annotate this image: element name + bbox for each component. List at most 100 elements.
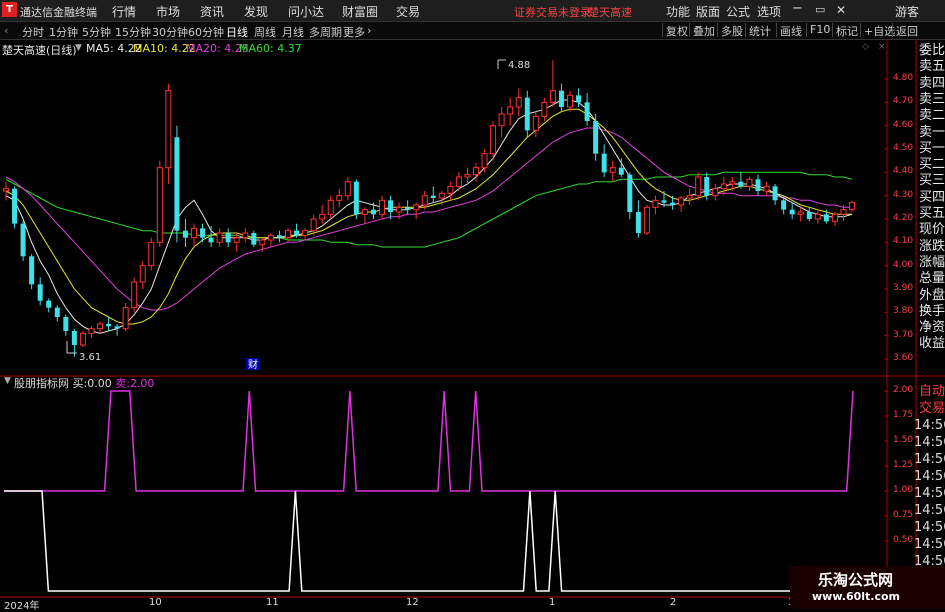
candle-body — [643, 206, 650, 234]
settings-chevron-icon[interactable]: ▼ — [75, 43, 82, 53]
candle — [63, 314, 69, 336]
candle — [251, 230, 257, 247]
stock-title: 楚天高速(日线) — [2, 44, 77, 57]
candle-body — [122, 307, 129, 330]
candle-body — [259, 239, 266, 246]
menu-trade[interactable]: 交易 — [396, 3, 420, 20]
candle — [635, 200, 641, 238]
candle-body — [567, 94, 573, 108]
candle-body — [593, 121, 599, 154]
candle — [174, 125, 180, 243]
indicator-tick-label: 1.75 — [893, 410, 914, 420]
xaxis-label-oct: 10 — [149, 597, 162, 608]
candle-body — [3, 188, 9, 192]
btn-back[interactable]: 返回 — [892, 23, 918, 38]
period-tab-1min[interactable]: 1分钟 — [49, 24, 78, 40]
btn-multi-stock[interactable]: 多股 — [717, 23, 743, 38]
period-tab-monthly[interactable]: 月线 — [282, 24, 304, 40]
candle-body — [156, 167, 163, 243]
candle-body — [310, 218, 317, 232]
candle-body — [447, 185, 454, 194]
btn-mark[interactable]: 标记 — [832, 23, 858, 38]
minimize-icon[interactable]: − — [792, 1, 803, 16]
candle — [97, 321, 103, 334]
candle — [686, 188, 693, 205]
candle-body — [191, 227, 197, 239]
login-notice[interactable]: 证券交易未登录 — [514, 4, 591, 20]
period-tab-30min[interactable]: 30分钟 — [152, 24, 188, 40]
candle-body — [806, 212, 812, 219]
menu-quotes[interactable]: 行情 — [112, 3, 136, 20]
side-label: 卖一 — [919, 124, 945, 140]
candle-body — [627, 174, 633, 212]
period-tab-intraday[interactable]: 分时 — [22, 24, 44, 40]
period-back-icon[interactable]: ‹ — [4, 24, 8, 37]
candle-body — [54, 307, 60, 317]
period-tab-multi[interactable]: 多周期 — [309, 24, 342, 40]
period-tab-more[interactable]: 更多 — [343, 24, 365, 40]
close-icon[interactable]: ✕ — [836, 3, 846, 17]
maximize-icon[interactable]: ▭ — [815, 3, 825, 16]
notice-stock[interactable]: 楚天高速 — [588, 4, 632, 20]
candle-body — [473, 167, 479, 176]
candle — [464, 167, 471, 184]
candle-body — [576, 95, 582, 103]
indicator-series-line — [4, 490, 853, 592]
btn-restore-rights[interactable]: 复权 — [662, 23, 688, 38]
watermark-url: www.60lt.com — [812, 590, 901, 603]
user-label[interactable]: 游客 — [895, 3, 919, 20]
candle-body — [267, 234, 274, 241]
indicator-series-line — [4, 390, 854, 492]
indicator-chevron-icon[interactable]: ▼ — [4, 376, 11, 386]
side-label: 卖五 — [919, 59, 945, 75]
side-label: 总量 — [919, 271, 945, 287]
candle — [37, 277, 43, 306]
menu-formula[interactable]: 公式 — [726, 3, 750, 20]
candle-body — [165, 90, 172, 169]
period-tab-5min[interactable]: 5分钟 — [82, 24, 111, 40]
menu-options[interactable]: 选项 — [757, 3, 781, 20]
btn-statistics[interactable]: 统计 — [745, 23, 771, 38]
btn-f10[interactable]: F10 — [806, 23, 830, 37]
period-tab-weekly[interactable]: 周线 — [254, 24, 276, 40]
candle-body — [438, 192, 445, 199]
more-chevron-icon[interactable]: › — [367, 24, 371, 37]
period-tab-daily[interactable]: 日线 — [226, 24, 248, 40]
indicator-tick-label: 1.50 — [893, 435, 914, 445]
price-tick-label: 3.70 — [893, 329, 914, 340]
candle — [755, 174, 761, 196]
menu-market[interactable]: 市场 — [156, 3, 180, 20]
candle — [814, 209, 821, 224]
btn-add-watchlist[interactable]: +自选 — [860, 23, 895, 38]
menu-layout[interactable]: 版面 — [696, 3, 720, 20]
side-label: 委比 — [919, 43, 945, 58]
btn-overlay[interactable]: 叠加 — [689, 23, 715, 38]
chart-canvas[interactable]: 4.88 3.61 财 ◇ × — [0, 39, 945, 609]
menu-ask[interactable]: 问小达 — [288, 3, 324, 20]
candle-body — [464, 174, 471, 178]
chart-nav-icon[interactable]: ◇ — [862, 42, 869, 52]
indicator-tick-label: 1.25 — [893, 460, 914, 470]
candle-body — [823, 214, 829, 222]
menu-discover[interactable]: 发现 — [244, 3, 268, 20]
period-tab-60min[interactable]: 60分钟 — [188, 24, 224, 40]
candle — [54, 305, 60, 322]
candle — [584, 93, 590, 126]
period-tab-15min[interactable]: 15分钟 — [115, 24, 151, 40]
btn-draw-line[interactable]: 画线 — [776, 23, 802, 38]
menu-function[interactable]: 功能 — [666, 3, 690, 20]
candle-body — [71, 331, 77, 345]
menu-news[interactable]: 资讯 — [200, 3, 224, 20]
candle-body — [763, 185, 770, 192]
chart-close-icon[interactable]: × — [878, 42, 886, 52]
candle — [567, 90, 573, 112]
trade-mode-label[interactable]: 自动 — [919, 385, 945, 399]
candle-body — [276, 235, 282, 238]
trade-mode-label[interactable]: 交易 — [919, 402, 945, 416]
indicator-tick-label: 1.00 — [893, 485, 914, 495]
candle-body — [558, 90, 564, 107]
candle-body — [541, 101, 548, 117]
candle — [643, 205, 650, 236]
candle-body — [755, 179, 761, 191]
menu-wealth[interactable]: 财富圈 — [342, 3, 378, 20]
